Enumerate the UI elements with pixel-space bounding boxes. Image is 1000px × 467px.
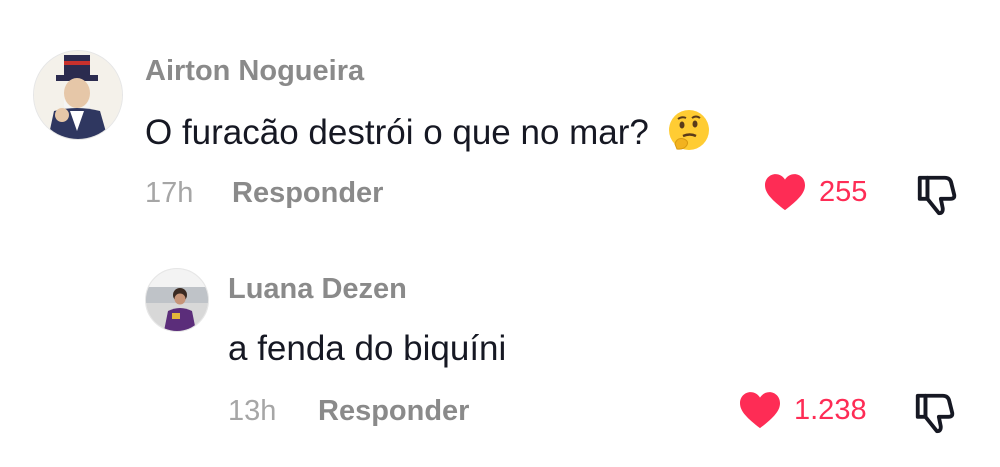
thinking-emoji xyxy=(667,108,711,161)
avatar[interactable] xyxy=(33,50,123,140)
dislike-button[interactable] xyxy=(914,172,960,223)
comment-author[interactable]: Luana Dezen xyxy=(228,273,407,306)
comment-text-content: O furacão destrói o que no mar? xyxy=(145,112,649,152)
reply-button[interactable]: Responder xyxy=(318,395,469,428)
like-button[interactable]: 1.238 xyxy=(738,390,867,430)
comment-time: 17h xyxy=(145,177,194,209)
comment-author[interactable]: Airton Nogueira xyxy=(145,55,364,88)
like-button[interactable]: 255 xyxy=(763,172,867,212)
reply-comment-item: Luana Dezen a fenda do biquíni 13h Respo… xyxy=(0,230,1000,467)
avatar[interactable] xyxy=(145,268,209,332)
dislike-button[interactable] xyxy=(912,390,958,441)
heart-icon xyxy=(740,392,780,429)
comment-item: Airton Nogueira O furacão destrói o que … xyxy=(0,0,1000,230)
like-count: 255 xyxy=(819,175,868,208)
thumbs-down-icon xyxy=(915,393,955,434)
comment-text: O furacão destrói o que no mar? xyxy=(145,108,711,161)
user-photo-avatar-image xyxy=(146,269,208,331)
uncle-sam-avatar-image xyxy=(34,51,122,139)
like-count: 1.238 xyxy=(794,393,867,426)
reply-button[interactable]: Responder xyxy=(232,177,383,210)
heart-icon xyxy=(765,174,805,211)
comment-time: 13h xyxy=(228,395,277,427)
thumbs-down-icon xyxy=(917,175,957,216)
comment-text: a fenda do biquíni xyxy=(228,329,507,368)
